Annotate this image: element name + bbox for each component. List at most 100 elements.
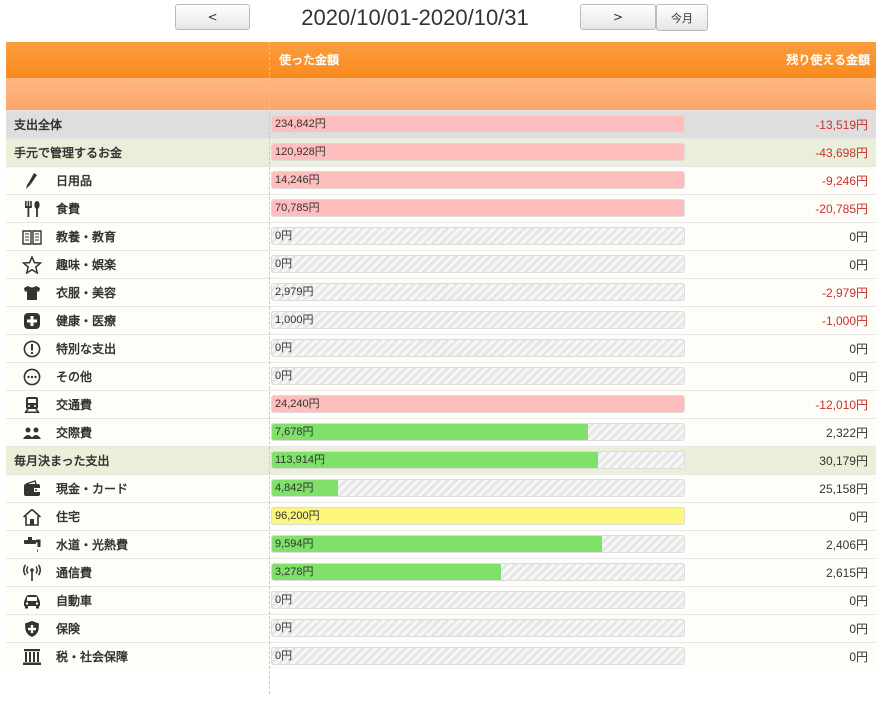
spending-bar: 9,594円	[271, 535, 685, 553]
remaining-amount: -13,519円	[815, 118, 868, 132]
remaining-amount: -1,000円	[821, 314, 868, 328]
category-row[interactable]: 通信費 3,278円 2,615円	[6, 558, 876, 586]
category-row[interactable]: 住宅 96,200円 0円	[6, 502, 876, 530]
spending-bar: 24,240円	[271, 395, 685, 413]
spent-amount: 1,000円	[275, 314, 314, 326]
category-row[interactable]: 交際費 7,678円 2,322円	[6, 418, 876, 446]
header-band	[6, 78, 876, 110]
total-row[interactable]: 支出全体 234,842円 -13,519円	[6, 110, 876, 138]
spent-amount: 234,842円	[275, 118, 326, 130]
exclamation-icon	[22, 340, 42, 358]
row-label: 交通費	[56, 398, 93, 412]
category-row[interactable]: 食費 70,785円 -20,785円	[6, 194, 876, 222]
category-row[interactable]: その他 0円 0円	[6, 362, 876, 390]
spending-bar: 1,000円	[271, 311, 685, 329]
spending-bar-fill	[272, 200, 684, 216]
category-row[interactable]: 自動車 0円 0円	[6, 586, 876, 614]
category-row[interactable]: 特別な支出 0円 0円	[6, 334, 876, 362]
spending-bar-fill	[272, 536, 602, 552]
spent-amount: 113,914円	[275, 454, 325, 466]
remaining-amount: 0円	[849, 370, 868, 384]
spending-bar: 0円	[271, 591, 685, 609]
row-label: 健康・医療	[56, 314, 117, 328]
row-label: 特別な支出	[56, 342, 117, 356]
spending-bar: 7,678円	[271, 423, 685, 441]
row-label: 毎月決まった支出	[14, 454, 110, 468]
remaining-amount: 2,615円	[825, 566, 868, 580]
table-header: 使った金額 残り使える金額	[6, 42, 876, 78]
row-label: 支出全体	[14, 118, 63, 132]
government-icon	[22, 648, 42, 666]
prev-period-button[interactable]: <	[175, 4, 250, 30]
row-label: 通信費	[56, 566, 93, 580]
remaining-amount: -43,698円	[815, 146, 868, 160]
spending-bar: 0円	[271, 619, 685, 637]
category-row[interactable]: 日用品 14,246円 -9,246円	[6, 166, 876, 194]
shirt-icon	[22, 284, 42, 302]
remaining-amount: 0円	[849, 594, 868, 608]
train-icon	[22, 396, 42, 414]
category-row[interactable]: 税・社会保障 0円 0円	[6, 642, 876, 670]
row-label: 日用品	[56, 174, 93, 188]
spending-bar-fill	[272, 116, 684, 132]
book-icon	[22, 228, 42, 246]
row-label: 衣服・美容	[56, 286, 117, 300]
spending-bar: 120,928円	[271, 143, 685, 161]
budget-table: 使った金額 残り使える金額 支出全体 234,842円 -13,519円 手元で管理す…	[6, 42, 876, 670]
spending-bar: 14,246円	[271, 171, 685, 189]
group-row[interactable]: 毎月決まった支出 113,914円 30,179円	[6, 446, 876, 474]
brush-icon	[22, 172, 42, 190]
spending-bar: 234,842円	[271, 115, 685, 133]
category-row[interactable]: 衣服・美容 2,979円 -2,979円	[6, 278, 876, 306]
spent-amount: 0円	[275, 594, 293, 606]
remaining-column-header: 残り使える金額	[786, 53, 870, 67]
row-label: 税・社会保障	[56, 650, 129, 664]
spending-bar: 3,278円	[271, 563, 685, 581]
row-label: 住宅	[56, 510, 81, 524]
spent-amount: 3,278円	[275, 566, 314, 578]
row-label: 食費	[56, 202, 81, 216]
spending-bar: 113,914円	[271, 451, 685, 469]
remaining-amount: 0円	[849, 650, 868, 664]
spending-bar: 0円	[271, 339, 685, 357]
category-row[interactable]: 現金・カード 4,842円 25,158円	[6, 474, 876, 502]
spent-amount: 0円	[275, 622, 293, 634]
shield-plus-icon	[22, 620, 42, 638]
star-icon	[22, 256, 42, 274]
category-row[interactable]: 水道・光熱費 9,594円 2,406円	[6, 530, 876, 558]
spent-amount: 14,246円	[275, 174, 320, 186]
row-label: 保険	[56, 622, 81, 636]
house-icon	[22, 508, 42, 526]
spent-amount: 4,842円	[275, 482, 314, 494]
spending-bar: 4,842円	[271, 479, 685, 497]
spending-bar: 0円	[271, 367, 685, 385]
remaining-amount: -20,785円	[815, 202, 868, 216]
row-label: 趣味・娯楽	[56, 258, 117, 272]
row-label: その他	[56, 370, 93, 384]
row-label: 交際費	[56, 426, 93, 440]
remaining-amount: -12,010円	[815, 398, 868, 412]
category-row[interactable]: 交通費 24,240円 -12,010円	[6, 390, 876, 418]
this-month-button[interactable]: 今月	[656, 4, 708, 31]
spending-bar: 70,785円	[271, 199, 685, 217]
spent-amount: 0円	[275, 258, 293, 270]
wallet-icon	[22, 480, 42, 498]
spent-amount: 96,200円	[275, 510, 320, 522]
spent-amount: 24,240円	[275, 398, 320, 410]
group-row[interactable]: 手元で管理するお金 120,928円 -43,698円	[6, 138, 876, 166]
spending-bar: 0円	[271, 255, 685, 273]
category-row[interactable]: 保険 0円 0円	[6, 614, 876, 642]
period-title: 2020/10/01-2020/10/31	[301, 5, 529, 30]
spending-bar: 0円	[271, 647, 685, 665]
spending-bar: 96,200円	[271, 507, 685, 525]
category-row[interactable]: 健康・医療 1,000円 -1,000円	[6, 306, 876, 334]
next-period-button[interactable]: >	[580, 4, 656, 30]
remaining-amount: 25,158円	[819, 482, 868, 496]
category-row[interactable]: 趣味・娯楽 0円 0円	[6, 250, 876, 278]
spent-amount: 9,594円	[275, 538, 314, 550]
period-navigation: < 2020/10/01-2020/10/31 > 今月	[0, 0, 881, 42]
category-row[interactable]: 教養・教育 0円 0円	[6, 222, 876, 250]
remaining-amount: 30,179円	[819, 454, 868, 468]
spending-bar-fill	[272, 172, 684, 188]
more-dots-icon	[22, 368, 42, 386]
